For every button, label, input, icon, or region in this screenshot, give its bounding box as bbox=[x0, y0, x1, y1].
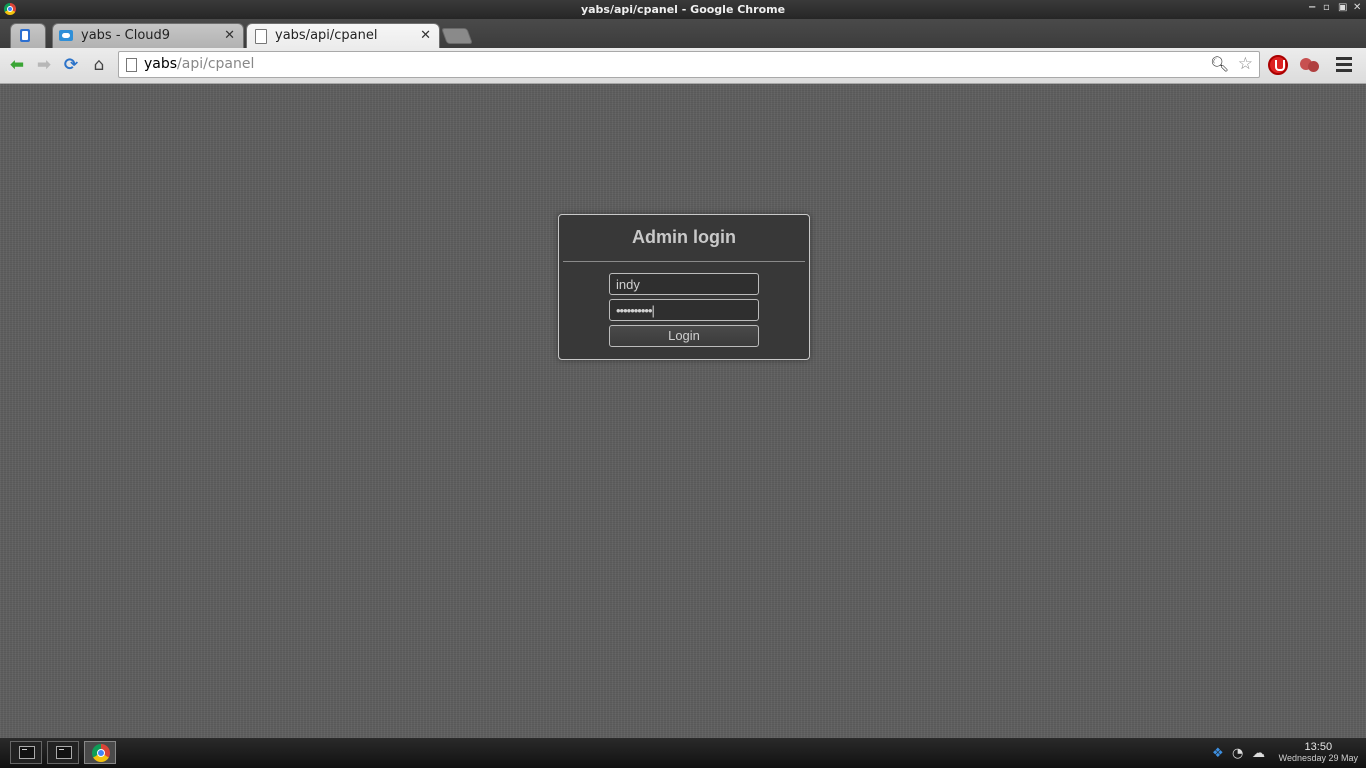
window-title: yabs/api/cpanel - Google Chrome bbox=[580, 3, 786, 16]
login-heading: Admin login bbox=[632, 227, 736, 247]
tab-strip: yabs - Cloud9 ✕ yabs/api/cpanel ✕ bbox=[0, 19, 1366, 48]
taskbar-terminal-1[interactable] bbox=[10, 741, 42, 764]
chrome-icon bbox=[92, 744, 110, 762]
restore-icon[interactable]: ▫ bbox=[1323, 2, 1330, 13]
back-arrow-icon[interactable]: ⬅ bbox=[6, 54, 28, 76]
clock[interactable]: 13:50 Wednesday 29 May bbox=[1279, 741, 1358, 764]
chrome-menu-icon[interactable] bbox=[1336, 57, 1352, 73]
maximize-icon[interactable]: ▣ bbox=[1338, 2, 1347, 13]
url-text[interactable]: yabs/api/cpanel bbox=[144, 56, 254, 72]
extension-adblock-icon[interactable] bbox=[1268, 55, 1288, 75]
close-tab-icon[interactable]: ✕ bbox=[420, 28, 431, 43]
username-input[interactable] bbox=[609, 273, 759, 295]
tab-pinned[interactable] bbox=[10, 23, 46, 48]
forward-arrow-icon[interactable]: ➡ bbox=[33, 54, 55, 76]
wifi-icon[interactable]: ◔ bbox=[1232, 746, 1243, 761]
login-button[interactable]: Login bbox=[609, 325, 759, 347]
login-form: Admin login Login bbox=[558, 214, 810, 360]
minimize-icon[interactable]: − bbox=[1308, 2, 1316, 13]
cloud-sync-icon[interactable]: ☁ bbox=[1252, 746, 1265, 761]
bookmark-star-icon[interactable]: ☆ bbox=[1238, 54, 1253, 74]
reload-icon[interactable]: ⟳ bbox=[60, 54, 82, 76]
page-favicon-icon bbox=[255, 29, 267, 44]
tab-cpanel[interactable]: yabs/api/cpanel ✕ bbox=[246, 23, 440, 48]
url-path: /api/cpanel bbox=[177, 56, 255, 72]
tab-cloud9[interactable]: yabs - Cloud9 ✕ bbox=[52, 23, 244, 48]
page-icon bbox=[126, 58, 137, 72]
pinned-app-icon bbox=[20, 29, 30, 42]
terminal-icon bbox=[56, 746, 72, 759]
tab-label: yabs/api/cpanel bbox=[275, 28, 378, 43]
home-icon[interactable]: ⌂ bbox=[88, 54, 110, 76]
zoom-icon[interactable]: 🔍︎ bbox=[1210, 55, 1229, 73]
taskbar-terminal-2[interactable] bbox=[47, 741, 79, 764]
url-host: yabs bbox=[144, 56, 178, 72]
close-window-icon[interactable]: ✕ bbox=[1353, 2, 1361, 13]
browser-toolbar: ⬅ ➡ ⟳ ⌂ yabs/api/cpanel 🔍︎ ☆ bbox=[0, 48, 1366, 84]
taskbar-chrome[interactable] bbox=[84, 741, 116, 764]
divider bbox=[563, 261, 805, 262]
new-tab-button[interactable] bbox=[441, 28, 473, 44]
terminal-icon bbox=[19, 746, 35, 759]
taskbar: ❖ ◔ ☁ 13:50 Wednesday 29 May bbox=[0, 738, 1366, 768]
page-content: Admin login Login bbox=[0, 84, 1366, 738]
clock-date: Wednesday 29 May bbox=[1278, 753, 1358, 763]
tab-label: yabs - Cloud9 bbox=[81, 28, 171, 43]
clock-time: 13:50 bbox=[1304, 741, 1333, 753]
close-tab-icon[interactable]: ✕ bbox=[224, 28, 235, 43]
address-bar[interactable]: yabs/api/cpanel 🔍︎ ☆ bbox=[118, 51, 1260, 78]
window-titlebar: yabs/api/cpanel - Google Chrome − ▫ ▣ ✕ bbox=[0, 0, 1366, 19]
cloud9-favicon-icon bbox=[59, 30, 73, 41]
password-input[interactable] bbox=[609, 299, 759, 321]
dropbox-icon[interactable]: ❖ bbox=[1212, 746, 1224, 761]
extension-icon[interactable] bbox=[1300, 56, 1320, 74]
